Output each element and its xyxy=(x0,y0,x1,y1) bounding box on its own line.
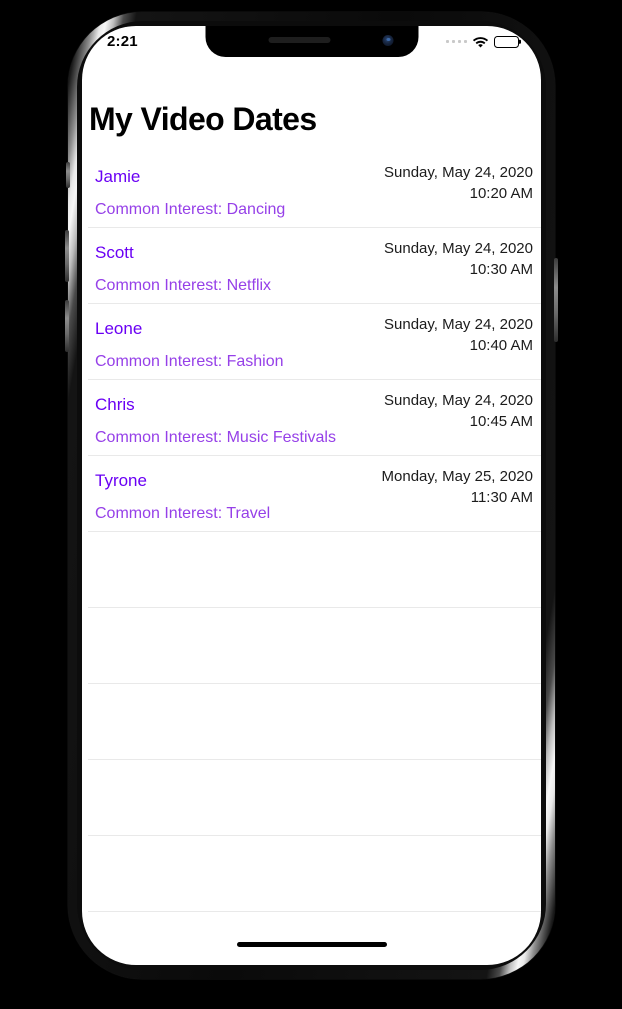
volume-down-button[interactable] xyxy=(65,300,69,352)
list-item-interest: Common Interest: Travel xyxy=(95,505,271,522)
list-item-header: Chris Sunday, May 24, 2020 10:45 AM xyxy=(95,390,533,430)
iphone-device: 2:21 My Video Dates Jamie Sunday, May 24… xyxy=(65,12,558,979)
battery-cap xyxy=(519,39,522,44)
camera-glint xyxy=(386,38,390,41)
status-bar-time: 2:21 xyxy=(107,33,138,50)
notch xyxy=(205,26,418,57)
list-item-interest: Common Interest: Netflix xyxy=(95,277,272,294)
list-item-header: Scott Sunday, May 24, 2020 10:30 AM xyxy=(95,238,533,278)
list-item-header xyxy=(95,542,533,566)
list-item-interest: Common Interest: Music Festivals xyxy=(95,429,336,446)
list-item[interactable]: Scott Sunday, May 24, 2020 10:30 AM Comm… xyxy=(88,228,541,304)
phone-screen: 2:21 My Video Dates Jamie Sunday, May 24… xyxy=(82,26,541,965)
list-item-header xyxy=(95,618,533,642)
list-item-datetime: Sunday, May 24, 2020 10:20 AM xyxy=(384,164,533,202)
video-dates-list[interactable]: Jamie Sunday, May 24, 2020 10:20 AM Comm… xyxy=(82,152,541,912)
list-item[interactable]: Chris Sunday, May 24, 2020 10:45 AM Comm… xyxy=(88,380,541,456)
power-button[interactable] xyxy=(554,258,558,342)
app-content: My Video Dates Jamie Sunday, May 24, 202… xyxy=(82,26,541,965)
mute-switch-button[interactable] xyxy=(66,162,70,188)
list-item[interactable] xyxy=(88,532,541,608)
list-item[interactable]: Tyrone Monday, May 25, 2020 11:30 AM Com… xyxy=(88,456,541,532)
status-bar-indicators xyxy=(445,35,522,48)
list-item-header: Leone Sunday, May 24, 2020 10:40 AM xyxy=(95,314,533,354)
list-item[interactable] xyxy=(88,760,541,836)
list-item-datetime: Sunday, May 24, 2020 10:45 AM xyxy=(384,392,533,430)
wifi-icon xyxy=(472,37,489,48)
list-item-name: Tyrone xyxy=(95,471,147,490)
page-title: My Video Dates xyxy=(89,101,317,137)
battery-icon xyxy=(494,35,522,48)
list-item-datetime: Sunday, May 24, 2020 10:40 AM xyxy=(384,316,533,354)
list-item[interactable]: Leone Sunday, May 24, 2020 10:40 AM Comm… xyxy=(88,304,541,380)
list-item[interactable] xyxy=(88,608,541,684)
list-item-name: Leone xyxy=(95,319,143,338)
list-item-name: Scott xyxy=(95,243,134,262)
list-item-datetime: Monday, May 25, 2020 11:30 AM xyxy=(381,468,533,506)
list-item-header xyxy=(95,770,533,794)
list-item-header: Tyrone Monday, May 25, 2020 11:30 AM xyxy=(95,466,533,506)
list-item-header xyxy=(95,694,533,718)
list-item-interest: Common Interest: Dancing xyxy=(95,201,286,218)
signal-dots-icon xyxy=(445,39,467,44)
list-item[interactable] xyxy=(88,684,541,760)
list-item-header: Jamie Sunday, May 24, 2020 10:20 AM xyxy=(95,162,533,202)
volume-up-button[interactable] xyxy=(65,230,69,282)
list-item-datetime: Sunday, May 24, 2020 10:30 AM xyxy=(384,240,533,278)
list-item-name: Chris xyxy=(95,395,135,414)
list-item[interactable]: Jamie Sunday, May 24, 2020 10:20 AM Comm… xyxy=(88,152,541,228)
list-item[interactable] xyxy=(88,836,541,912)
home-indicator[interactable] xyxy=(236,942,387,947)
earpiece-speaker-icon xyxy=(268,37,331,43)
list-item-interest: Common Interest: Fashion xyxy=(95,353,284,370)
list-item-header xyxy=(95,846,533,870)
list-item-name: Jamie xyxy=(95,167,141,186)
